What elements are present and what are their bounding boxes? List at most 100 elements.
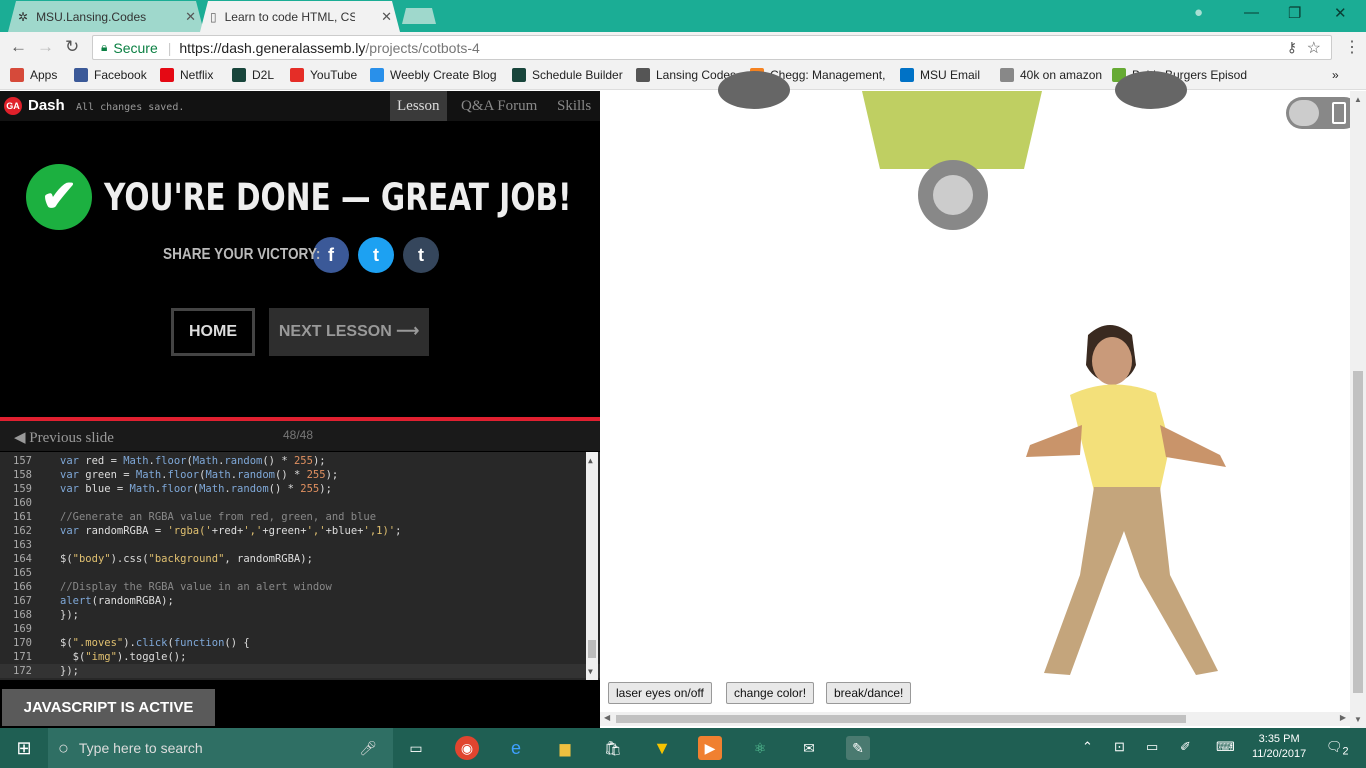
key-icon[interactable]: ⚷ <box>1287 39 1297 56</box>
code-line[interactable]: 160 <box>0 496 600 510</box>
code-line[interactable]: 163 <box>0 538 600 552</box>
code-line[interactable]: 171 $("img").toggle(); <box>0 650 600 664</box>
line-number: 162 <box>13 525 32 537</box>
store-icon[interactable]: 🛍︎ <box>601 736 625 760</box>
next-lesson-button[interactable]: NEXT LESSON ⟶ <box>269 308 429 356</box>
bookmark-2[interactable]: Netflix <box>160 68 213 82</box>
editor-scrollbar[interactable]: ▲ ▼ <box>586 452 598 680</box>
vlc-like-icon[interactable]: ▼ <box>650 736 674 760</box>
bookmark-3[interactable]: D2L <box>232 68 274 82</box>
pen-icon[interactable]: ✐ <box>1180 739 1191 755</box>
code-line[interactable]: 166 //Display the RGBA value in an alert … <box>0 580 600 594</box>
window-close-icon[interactable]: ✕ <box>1334 4 1347 22</box>
break-dance-button[interactable]: break/dance! <box>826 682 912 704</box>
minimize-icon[interactable]: — <box>1244 4 1259 21</box>
bookmark-9[interactable]: MSU Email <box>900 68 980 82</box>
scroll-left-icon[interactable]: ◀ <box>604 713 610 722</box>
forward-arrow-icon[interactable]: → <box>37 37 54 57</box>
scroll-right-icon[interactable]: ▶ <box>1340 713 1346 722</box>
network-icon[interactable]: ⊡ <box>1114 739 1125 755</box>
code-text: var randomRGBA = 'rgba('+red+','+green+'… <box>60 525 402 537</box>
code-editor[interactable]: 157 var red = Math.floor(Math.random() * … <box>0 452 600 680</box>
code-line[interactable]: 167 alert(randomRGBA); <box>0 594 600 608</box>
bookmark-7[interactable]: Lansing Codes <box>636 68 736 82</box>
bookmark-1[interactable]: Facebook <box>74 68 147 82</box>
battery-icon[interactable]: ▭ <box>1146 739 1158 755</box>
bookmark-5[interactable]: Weebly Create Blog <box>370 68 497 82</box>
bookmark-star-icon[interactable]: ☆ <box>1307 38 1321 58</box>
bookmark-10[interactable]: 40k on amazon <box>1000 68 1102 82</box>
code-line[interactable]: 172}); <box>0 664 600 678</box>
home-button[interactable]: HOME <box>171 308 255 356</box>
code-line[interactable]: 161 //Generate an RGBA value from red, gr… <box>0 510 600 524</box>
more-bookmarks-icon[interactable]: » <box>1332 68 1339 82</box>
code-line[interactable]: 170 $(".moves").click(function() { <box>0 636 600 650</box>
browser-toolbar: ← → ↻ 🔒︎ Secure | https://dash.generalas… <box>0 32 1366 62</box>
code-line[interactable]: 168}); <box>0 608 600 622</box>
dancing-man-image <box>1026 325 1226 675</box>
scroll-up-icon[interactable]: ▲ <box>1354 95 1362 104</box>
code-line[interactable]: 165 <box>0 566 600 580</box>
code-line[interactable]: 157 var red = Math.floor(Math.random() * … <box>0 454 600 468</box>
scroll-down-icon[interactable]: ▼ <box>588 667 593 676</box>
lansing-codes-icon <box>636 68 650 82</box>
vertical-scroll-thumb[interactable] <box>1353 371 1363 693</box>
preview-vertical-scrollbar[interactable]: ▲ ▼ <box>1350 91 1366 728</box>
code-line[interactable]: 169 <box>0 622 600 636</box>
tumblr-icon[interactable]: t <box>403 237 439 273</box>
reload-icon[interactable]: ↻ <box>65 37 79 57</box>
scroll-up-icon[interactable]: ▲ <box>588 456 593 465</box>
editor-scroll-thumb[interactable] <box>588 640 596 658</box>
previous-slide-link[interactable]: ◀ Previous slide <box>14 428 114 447</box>
close-tab-icon[interactable]: ✕ <box>381 9 392 25</box>
line-number: 159 <box>13 483 32 495</box>
mail-icon[interactable]: ✉ <box>797 736 821 760</box>
back-arrow-icon[interactable]: ← <box>10 37 27 57</box>
device-toggle[interactable] <box>1286 97 1360 129</box>
show-hidden-icons[interactable]: ⌃ <box>1082 739 1093 755</box>
close-tab-icon[interactable]: ✕ <box>185 9 196 25</box>
cotbot-arm-left <box>718 71 790 109</box>
task-view-icon[interactable]: ▭ <box>404 736 428 760</box>
tab-skills[interactable]: Skills <box>550 91 598 121</box>
chrome-icon[interactable]: ◉ <box>455 736 479 760</box>
edge-icon[interactable]: e <box>504 736 528 760</box>
media-player-icon[interactable]: ▶ <box>698 736 722 760</box>
keyboard-icon[interactable]: ⌨ <box>1216 739 1235 755</box>
bookmark-6[interactable]: Schedule Builder <box>512 68 623 82</box>
tab-lesson[interactable]: Lesson <box>390 91 447 121</box>
code-line[interactable]: 164 $("body").css("background", randomRGB… <box>0 552 600 566</box>
ga-logo: GA <box>4 97 22 115</box>
laser-eyes-button[interactable]: laser eyes on/off <box>608 682 712 704</box>
horizontal-scroll-thumb[interactable] <box>616 715 1186 723</box>
twitter-icon[interactable]: t <box>358 237 394 273</box>
menu-dots-icon[interactable]: ⋮ <box>1344 37 1360 57</box>
bookmark-4[interactable]: YouTube <box>290 68 357 82</box>
windows-start-icon[interactable]: ⊞ <box>12 736 36 760</box>
bookmark-0[interactable]: Apps <box>10 68 57 82</box>
atom-icon[interactable]: ⚛ <box>748 736 772 760</box>
change-color-button[interactable]: change color! <box>726 682 815 704</box>
file-explorer-icon[interactable]: ▆ <box>553 736 577 760</box>
microphone-icon[interactable]: 🎤︎ <box>359 740 377 757</box>
tab-qa-forum[interactable]: Q&A Forum <box>454 91 544 121</box>
preview-horizontal-scrollbar[interactable]: ◀ ▶ <box>600 712 1350 726</box>
restore-icon[interactable]: ❐ <box>1288 4 1301 22</box>
action-center-icon[interactable]: 🗨︎2 <box>1326 739 1349 758</box>
new-tab-button[interactable] <box>402 8 436 24</box>
tab-msu-lansing-codes[interactable]: ✲ MSU.Lansing.Codes ✕ <box>8 1 204 32</box>
paint-icon[interactable]: ✎ <box>846 736 870 760</box>
scroll-down-icon[interactable]: ▼ <box>1354 715 1362 724</box>
profile-icon[interactable]: ● <box>1194 4 1203 21</box>
tab-learn-to-code[interactable]: ▯ Learn to code HTML, CSS ✕ <box>200 1 400 32</box>
taskbar-clock[interactable]: 3:35 PM 11/20/2017 <box>1252 732 1306 762</box>
code-line[interactable]: 162 var randomRGBA = 'rgba('+red+','+gree… <box>0 524 600 538</box>
bookmark-label: YouTube <box>310 68 358 82</box>
code-line[interactable]: 158 var green = Math.floor(Math.random() … <box>0 468 600 482</box>
taskbar-search-box[interactable]: ○ Type here to search 🎤︎ <box>48 728 393 768</box>
bookmark-label: Chegg: Management, <box>770 68 886 82</box>
address-bar[interactable]: 🔒︎ Secure | https://dash.generalassemb.l… <box>92 35 1332 60</box>
code-line[interactable]: 159 var blue = Math.floor(Math.random() *… <box>0 482 600 496</box>
youtube-icon <box>290 68 304 82</box>
